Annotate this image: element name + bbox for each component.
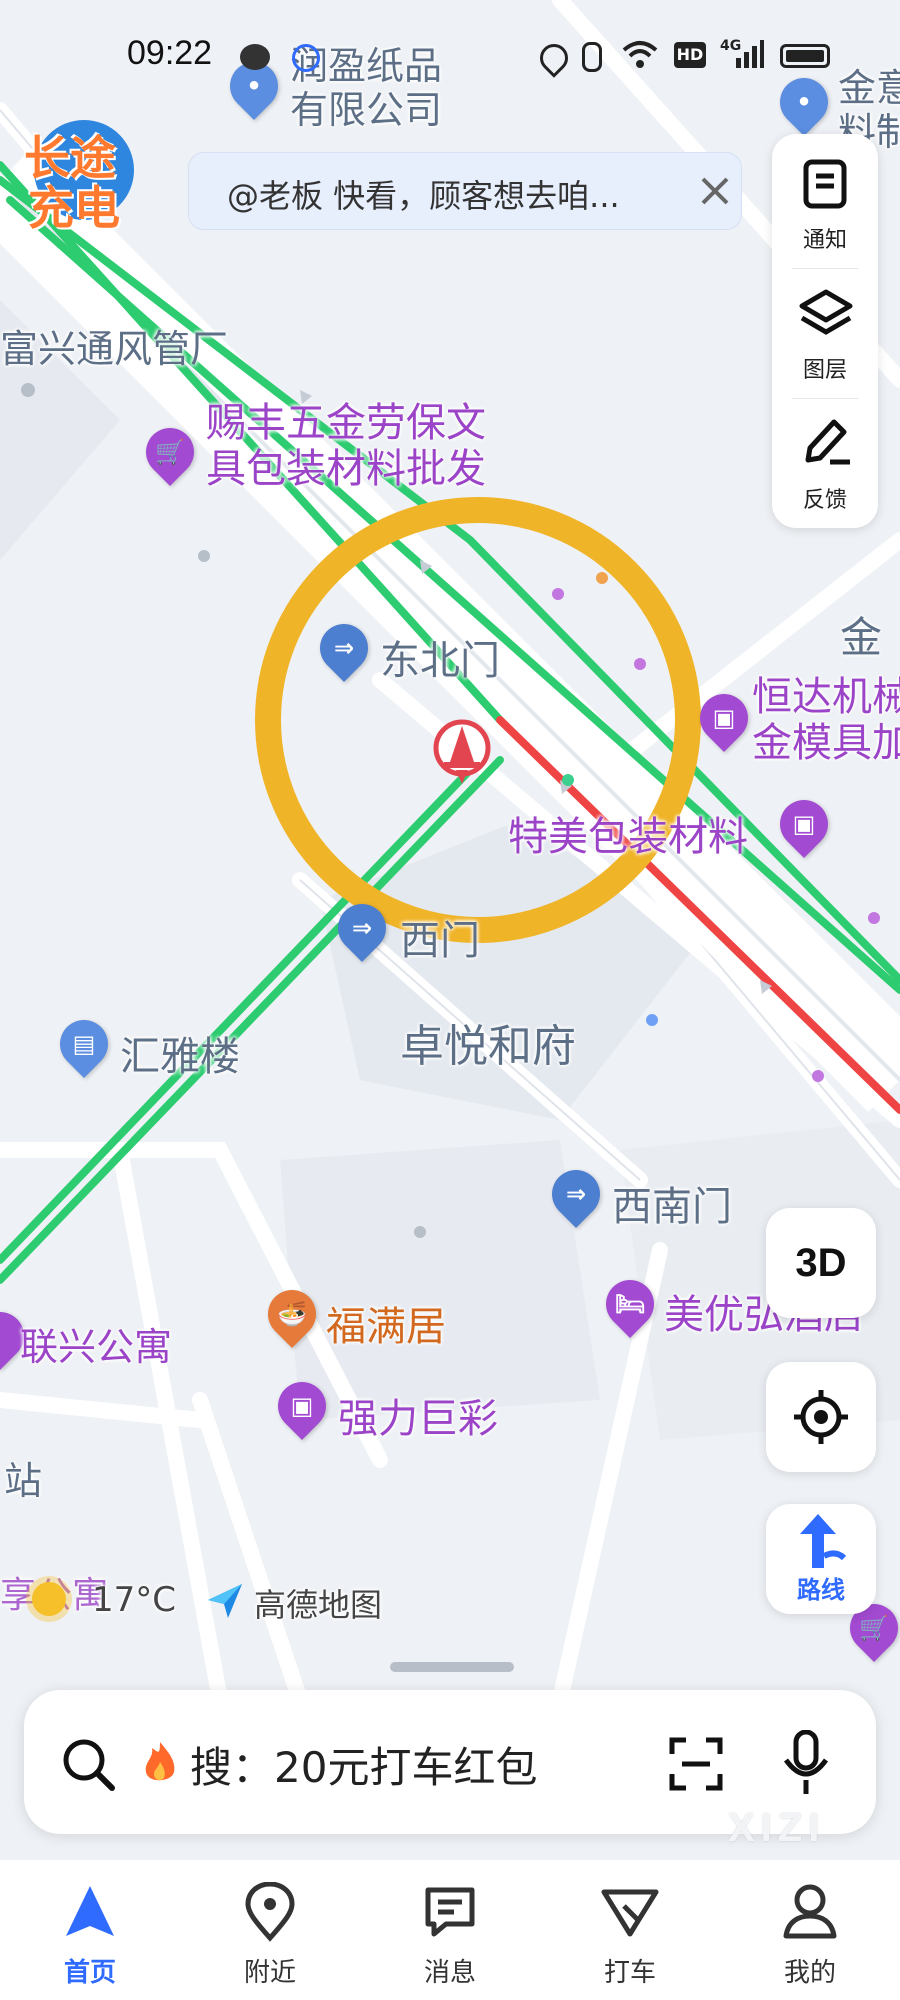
nav-profile-label: 我的	[783, 1958, 836, 1988]
temei-label[interactable]: 特美包装材料	[508, 804, 748, 862]
amap-logo-icon	[206, 1582, 244, 1620]
location-status-icon	[534, 38, 574, 78]
layers-button[interactable]: 图层	[772, 264, 878, 392]
watermark: XIZI	[728, 1806, 826, 1850]
charging-badge[interactable]: 长途 充电	[20, 116, 138, 235]
hengda-label-line2: 金模具加	[752, 720, 900, 766]
locate-button[interactable]	[766, 1362, 876, 1472]
hardware-label-line1: 赐丰五金劳保文	[206, 400, 486, 446]
hengda-label-line1: 恒达机械	[752, 674, 900, 720]
feedback-label: 反馈	[802, 488, 847, 513]
fire-icon	[140, 1740, 180, 1786]
close-icon[interactable]	[695, 171, 735, 211]
zhuoyue-label[interactable]: 卓悦和府	[400, 1010, 576, 1074]
taxi-icon	[601, 1889, 659, 1937]
status-time: 09:22	[127, 34, 213, 72]
feedback-pencil-icon	[800, 414, 854, 470]
nav-taxi[interactable]: 打车	[570, 1860, 690, 2000]
badge-line2: 充电	[28, 181, 120, 235]
notice-banner[interactable]: @老板 快看，顾客想去咱...	[188, 152, 742, 230]
notice-text: @老板 快看，顾客想去咱...	[227, 177, 620, 215]
amap-logo-text: 高德地图	[254, 1586, 383, 1624]
temei-pin-icon[interactable]: ▣	[770, 790, 838, 858]
scan-icon[interactable]	[668, 1736, 724, 1792]
hengda-pin-icon[interactable]: ▣	[690, 684, 758, 752]
search-hint: 20元打车红包	[274, 1743, 538, 1792]
three-d-button[interactable]: 3D	[766, 1208, 876, 1318]
three-d-label: 3D	[795, 1240, 847, 1285]
search-placeholder: 搜：20元打车红包	[190, 1734, 537, 1795]
notify-icon	[802, 158, 848, 210]
route-arrow-icon	[800, 1513, 846, 1568]
factory-label[interactable]: 富兴通风管厂	[0, 318, 228, 373]
wifi-status-icon	[622, 40, 658, 70]
message-bubble-icon	[425, 1887, 475, 1937]
signal-icon: 4G	[720, 38, 764, 70]
nav-profile[interactable]: 我的	[750, 1860, 870, 2000]
locate-icon	[794, 1390, 848, 1444]
network-type: 4G	[720, 38, 742, 54]
bottom-nav: 首页 附近 消息 打车 我的	[0, 1860, 900, 2000]
sheet-drag-handle[interactable]	[390, 1662, 514, 1672]
baidu-icon	[292, 44, 320, 72]
nav-home-label: 首页	[63, 1958, 116, 1988]
hd-icon: HD	[674, 42, 706, 68]
map-tools-panel: 通知 图层 反馈	[772, 134, 878, 528]
fuman-pin-icon[interactable]: 🍜	[258, 1280, 326, 1348]
battery-icon	[780, 44, 830, 68]
fuman-label[interactable]: 福满居	[326, 1294, 446, 1352]
southwest-gate-label[interactable]: 西南门	[612, 1174, 732, 1232]
hardware-shop-pin-icon[interactable]: 🛒	[136, 418, 204, 486]
hengda-label[interactable]: 恒达机械 金模具加	[752, 674, 900, 766]
search-prefix: 搜：	[190, 1743, 275, 1792]
weather-temp: 17°C	[92, 1580, 177, 1620]
nav-taxi-label: 打车	[603, 1958, 656, 1988]
west-gate-label[interactable]: 西门	[400, 908, 480, 966]
sun-icon	[32, 1582, 66, 1616]
nearby-pin-icon	[245, 1882, 295, 1942]
route-label: 路线	[797, 1575, 845, 1604]
northeast-gate-pin-icon[interactable]: ⇒	[310, 614, 378, 682]
northeast-gate-label[interactable]: 东北门	[380, 628, 500, 686]
lianxing-label[interactable]: 联兴公寓	[20, 1316, 172, 1371]
nav-nearby-label: 附近	[243, 1958, 296, 1988]
home-arrow-icon	[66, 1886, 114, 1936]
right-jin-label[interactable]: 金	[840, 604, 882, 665]
hardware-label-line2: 具包装材料批发	[206, 446, 486, 492]
layers-label: 图层	[802, 358, 847, 383]
nav-nearby[interactable]: 附近	[210, 1860, 330, 2000]
station-label[interactable]: 站	[4, 1450, 42, 1505]
huiya-label[interactable]: 汇雅楼	[120, 1024, 240, 1082]
route-button[interactable]: 路线	[766, 1504, 876, 1614]
southwest-gate-pin-icon[interactable]: ⇒	[542, 1160, 610, 1228]
west-gate-pin-icon[interactable]: ⇒	[328, 894, 396, 962]
notify-label: 通知	[802, 228, 847, 253]
qiangli-label[interactable]: 强力巨彩	[338, 1386, 498, 1444]
hardware-shop-label[interactable]: 赐丰五金劳保文 具包装材料批发	[206, 400, 486, 492]
notify-button[interactable]: 通知	[772, 134, 878, 262]
meiyou-pin-icon[interactable]: 🛏	[596, 1270, 664, 1338]
wechat-icon	[240, 44, 270, 70]
status-bar: 09:22 HD 4G	[0, 0, 900, 110]
nav-home[interactable]: 首页	[30, 1860, 150, 2000]
feedback-button[interactable]: 反馈	[772, 394, 878, 522]
huiya-pin-icon[interactable]: ▤	[50, 1010, 118, 1078]
profile-icon	[783, 1884, 837, 1939]
nav-messages-label: 消息	[423, 1958, 476, 1988]
nav-messages[interactable]: 消息	[390, 1860, 510, 2000]
search-icon	[60, 1736, 116, 1792]
mic-status-icon	[582, 42, 602, 72]
voice-mic-icon[interactable]	[780, 1729, 832, 1796]
layers-icon	[798, 286, 854, 342]
qiangli-pin-icon[interactable]: ▣	[268, 1372, 336, 1440]
